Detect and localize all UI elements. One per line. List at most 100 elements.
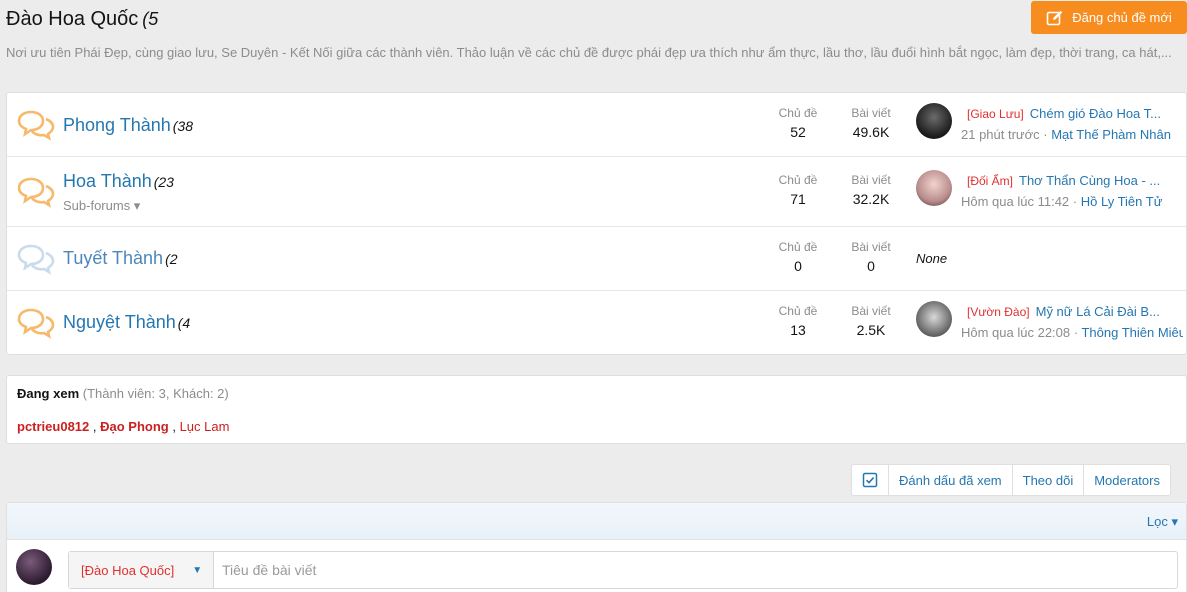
viewing-label: Đang xem [17, 386, 80, 401]
avatar[interactable] [16, 549, 52, 585]
posts-value: 2.5K [856, 322, 886, 338]
forum-title[interactable]: Nguyệt Thành (4 [63, 312, 190, 333]
posts-stat: Bài viết 2.5K [841, 304, 901, 338]
threads-value: 52 [790, 124, 806, 140]
posts-stat: Bài viết 32.2K [841, 173, 901, 207]
forum-header: Đào Hoa Quốc (5 Nơi ưu tiên Phái Đẹp, cùn… [0, 0, 1187, 92]
posts-stat: Bài viết 49.6K [841, 106, 901, 140]
threads-stat: Chủ đề 52 [768, 106, 828, 140]
viewer-sep: , [89, 419, 101, 434]
last-post-title[interactable]: [Vườn Đào] Mỹ nữ Lá Cải Đài B... [961, 304, 1183, 319]
watch-button[interactable]: Theo dõi [1011, 465, 1084, 495]
avatar[interactable] [916, 170, 952, 206]
threads-stat: Chủ đề 0 [768, 240, 828, 274]
checkbox-icon [862, 472, 878, 488]
meta-sep: · [1070, 325, 1082, 340]
mark-read-button[interactable]: Đánh dấu đã xem [888, 465, 1012, 495]
last-post-user[interactable]: Thông Thiên Miêu [1081, 325, 1183, 340]
threads-label: Chủ đề [778, 240, 818, 254]
viewing-panel: Đang xem (Thành viên: 3, Khách: 2) pctri… [6, 375, 1187, 444]
forum-title[interactable]: Tuyết Thành (2 [63, 248, 178, 269]
posts-value: 32.2K [852, 191, 890, 207]
chat-bubbles-icon [17, 244, 55, 275]
prefix-select-value: [Đào Hoa Quốc] [81, 562, 175, 578]
prefix-select[interactable]: [Đào Hoa Quốc] ▼ [69, 552, 214, 588]
forum-title-text: Phong Thành [63, 115, 171, 135]
viewer-link[interactable]: pctrieu0812 [17, 419, 89, 434]
last-post-title[interactable]: [Đối Ẩm] Thơ Thẩn Cùng Hoa - ... [961, 173, 1183, 188]
page-title: Đào Hoa Quốc (5 [6, 8, 158, 31]
forum-title[interactable]: Phong Thành (38 [63, 115, 193, 136]
chat-bubbles-icon [17, 110, 55, 141]
forum-actions: Đánh dấu đã xem Theo dõi Moderators [851, 464, 1171, 496]
posts-value: 0 [867, 258, 875, 274]
meta-sep: · [1039, 127, 1052, 142]
no-last-post: None [916, 251, 948, 266]
threads-value: 71 [790, 191, 806, 207]
last-post-user[interactable]: Mạt Thế Phàm Nhân [1051, 127, 1171, 142]
last-post-meta: 21 phút trước · Mạt Thế Phàm Nhân [961, 127, 1183, 142]
moderators-button[interactable]: Moderators [1083, 465, 1170, 495]
filter-bar: Lọc ▾ [7, 503, 1186, 540]
last-post-title[interactable]: [Giao Lưu] Chém gió Đào Hoa T... [961, 106, 1183, 121]
thread-title-input[interactable] [214, 552, 1177, 588]
forum-title-text: Tuyết Thành [63, 248, 164, 268]
last-post-user[interactable]: Hồ Ly Tiên Tử [1081, 194, 1163, 209]
posts-label: Bài viết [851, 106, 891, 120]
threads-value: 0 [794, 258, 802, 274]
last-post-time: 21 phút trước [961, 127, 1040, 142]
forum-list: Phong Thành (38 Chủ đề 52 Bài viết 49.6K … [6, 92, 1187, 355]
new-thread-button[interactable]: Đăng chủ đề mới [1031, 1, 1187, 34]
forum-count: (38 [172, 118, 193, 134]
last-post-meta: Hôm qua lúc 11:42 · Hồ Ly Tiên Tử [961, 194, 1183, 209]
avatar[interactable] [916, 103, 952, 139]
avatar[interactable] [916, 301, 952, 337]
threads-label: Chủ đề [778, 173, 818, 187]
viewer-sep: , [168, 419, 180, 434]
meta-sep: · [1069, 194, 1081, 209]
subforums-toggle[interactable]: Sub-forums ▾ [63, 198, 140, 214]
thread-prefix: [Đối Ẩm] [967, 174, 1014, 188]
last-post-time: Hôm qua lúc 22:08 [961, 325, 1071, 340]
chat-bubbles-icon [17, 308, 55, 339]
forum-title-text: Hoa Thành [63, 171, 152, 191]
viewer-link[interactable]: Đạo Phong [100, 419, 169, 434]
forum-node: Phong Thành (38 Chủ đề 52 Bài viết 49.6K … [7, 93, 1186, 157]
forum-node: Nguyệt Thành (4 Chủ đề 13 Bài viết 2.5K [… [7, 291, 1186, 355]
threads-label: Chủ đề [778, 304, 818, 318]
viewing-users: pctrieu0812 , Đạo Phong , Lục Lam [17, 419, 229, 434]
forum-count: (4 [177, 315, 191, 331]
threads-value: 13 [790, 322, 806, 338]
viewer-link[interactable]: Lục Lam [180, 419, 230, 434]
posts-label: Bài viết [851, 173, 891, 187]
thread-prefix: [Giao Lưu] [967, 107, 1024, 121]
forum-title[interactable]: Hoa Thành (23 [63, 171, 174, 192]
threads-label: Chủ đề [778, 106, 818, 120]
posts-label: Bài viết [851, 240, 891, 254]
viewing-detail: (Thành viên: 3, Khách: 2) [82, 386, 229, 401]
new-thread-label: Đăng chủ đề mới [1072, 10, 1172, 25]
thread-list-box: Lọc ▾ [Đào Hoa Quốc] ▼ [6, 502, 1187, 592]
posts-stat: Bài viết 0 [841, 240, 901, 274]
edit-icon [1046, 10, 1063, 25]
forum-node: Hoa Thành (23 Sub-forums ▾ Chủ đề 71 Bài … [7, 157, 1186, 227]
last-post-title-text: Chém gió Đào Hoa T... [1029, 106, 1162, 121]
posts-value: 49.6K [852, 124, 890, 140]
filter-menu[interactable]: Lọc ▾ [1147, 514, 1178, 530]
last-post-title-text: Mỹ nữ Lá Cải Đài B... [1035, 304, 1160, 319]
select-toggle[interactable] [852, 465, 888, 495]
threads-stat: Chủ đề 71 [768, 173, 828, 207]
page-title-text: Đào Hoa Quốc [6, 8, 139, 30]
threads-stat: Chủ đề 13 [768, 304, 828, 338]
last-post-title-text: Thơ Thẩn Cùng Hoa - ... [1019, 173, 1161, 188]
quick-thread-form: [Đào Hoa Quốc] ▼ [68, 551, 1178, 589]
forum-node: Tuyết Thành (2 Chủ đề 0 Bài viết 0 None [7, 227, 1186, 291]
chevron-down-icon: ▼ [192, 564, 203, 576]
posts-label: Bài viết [851, 304, 891, 318]
forum-count: (23 [153, 174, 174, 190]
last-post-meta: Hôm qua lúc 22:08 · Thông Thiên Miêu [961, 325, 1183, 340]
thread-prefix: [Vườn Đào] [967, 305, 1030, 319]
forum-count: (2 [165, 251, 178, 267]
viewing-header: Đang xem (Thành viên: 3, Khách: 2) [17, 386, 229, 401]
forum-title-text: Nguyệt Thành [63, 312, 176, 332]
